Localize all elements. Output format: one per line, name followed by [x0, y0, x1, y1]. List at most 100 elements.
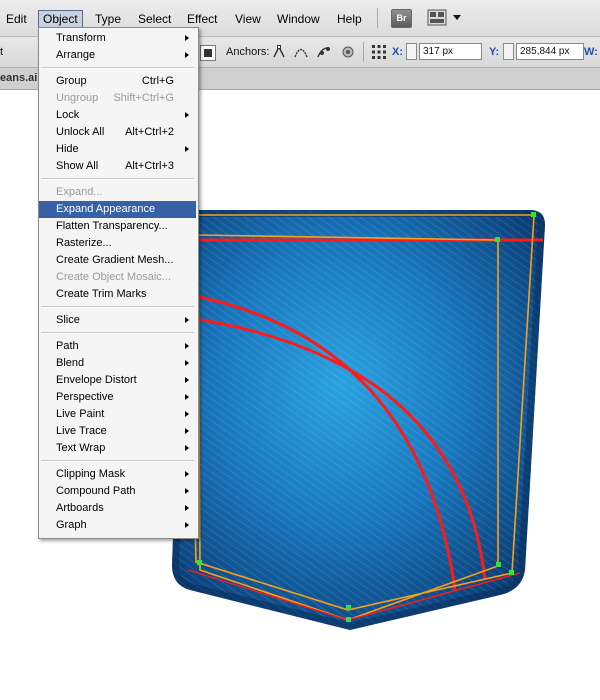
menu-item-label: Unlock All	[56, 126, 105, 138]
menu-item-label: Text Wrap	[56, 442, 106, 454]
menu-item-clipping-mask[interactable]: Clipping Mask	[39, 466, 196, 483]
w-label: W:	[584, 46, 598, 58]
submenu-arrow-icon	[185, 35, 189, 41]
control-divider	[363, 42, 364, 62]
x-label: X:	[392, 46, 403, 58]
submenu-arrow-icon	[185, 522, 189, 528]
menu-item-label: Show All	[56, 160, 99, 172]
submenu-arrow-icon	[185, 377, 189, 383]
submenu-arrow-icon	[185, 411, 189, 417]
submenu-arrow-icon	[185, 343, 189, 349]
submenu-arrow-icon	[185, 505, 189, 511]
menu-item-shortcut: Alt+Ctrl+3	[125, 160, 174, 172]
menu-item-expand-appearance[interactable]: Expand Appearance	[39, 201, 196, 218]
menu-item-show-all[interactable]: Show All Alt+Ctrl+3	[39, 158, 196, 175]
menu-item-label: Path	[56, 340, 79, 352]
menu-item-create-gradient-mesh[interactable]: Create Gradient Mesh...	[39, 252, 196, 269]
x-stepper[interactable]	[406, 43, 417, 60]
menu-item-label: Artboards	[56, 502, 104, 514]
cut-path-icon[interactable]	[340, 44, 356, 60]
menu-item-shortcut: Shift+Ctrl+G	[113, 92, 174, 104]
menu-item-label: Create Object Mosaic...	[56, 271, 171, 283]
bridge-button[interactable]: Br	[391, 9, 412, 28]
menu-window[interactable]: Window	[273, 11, 324, 27]
submenu-arrow-icon	[185, 360, 189, 366]
menu-item-create-object-mosaic: Create Object Mosaic...	[39, 269, 196, 286]
submenu-arrow-icon	[185, 317, 189, 323]
menu-item-text-wrap[interactable]: Text Wrap	[39, 440, 196, 457]
menu-item-graph[interactable]: Graph	[39, 517, 196, 534]
menubar-divider	[377, 8, 378, 28]
menu-item-label: Create Trim Marks	[56, 288, 147, 300]
stroke-swatch-icon[interactable]	[200, 45, 216, 61]
menu-item-label: Ungroup	[56, 92, 99, 104]
reference-point-icon[interactable]	[371, 44, 387, 60]
menu-item-label: Live Trace	[56, 425, 107, 437]
menu-separator	[41, 178, 194, 180]
menu-select[interactable]: Select	[134, 11, 175, 27]
menu-item-blend[interactable]: Blend	[39, 355, 196, 372]
menu-item-label: Hide	[56, 143, 79, 155]
y-stepper[interactable]	[503, 43, 514, 60]
anchors-label: Anchors:	[226, 46, 270, 58]
menu-item-live-paint[interactable]: Live Paint	[39, 406, 196, 423]
menu-item-perspective[interactable]: Perspective	[39, 389, 196, 406]
convert-anchor-corner-icon[interactable]	[271, 44, 287, 60]
menu-item-envelope-distort[interactable]: Envelope Distort	[39, 372, 196, 389]
menu-item-label: Rasterize...	[56, 237, 112, 249]
menu-item-expand: Expand...	[39, 184, 196, 201]
submenu-arrow-icon	[185, 488, 189, 494]
menu-item-label: Clipping Mask	[56, 468, 126, 480]
menu-item-hide[interactable]: Hide	[39, 141, 196, 158]
menu-item-label: Lock	[56, 109, 80, 121]
menu-item-arrange[interactable]: Arrange	[39, 47, 196, 64]
menu-object[interactable]: Object	[38, 10, 83, 28]
menu-edit[interactable]: Edit	[2, 11, 31, 27]
menu-separator	[41, 67, 194, 69]
menu-item-slice[interactable]: Slice	[39, 312, 196, 329]
menu-item-label: Create Gradient Mesh...	[56, 254, 174, 266]
menu-item-group[interactable]: Group Ctrl+G	[39, 73, 196, 90]
submenu-arrow-icon	[185, 445, 189, 451]
menu-type[interactable]: Type	[91, 11, 125, 27]
menu-item-unlock-all[interactable]: Unlock All Alt+Ctrl+2	[39, 124, 196, 141]
control-fragment-label: t	[0, 46, 4, 58]
menu-item-transform[interactable]: Transform	[39, 30, 196, 47]
object-menu-dropdown: Transform Arrange Group Ctrl+G Ungroup Shift+…	[38, 27, 199, 539]
remove-anchor-icon[interactable]	[316, 44, 332, 60]
submenu-arrow-icon	[185, 112, 189, 118]
document-tab[interactable]: eans.ai	[0, 72, 37, 84]
menu-effect[interactable]: Effect	[183, 11, 221, 27]
menu-item-label: Blend	[56, 357, 85, 369]
menu-item-label: Envelope Distort	[56, 374, 137, 386]
menu-item-lock[interactable]: Lock	[39, 107, 196, 124]
submenu-arrow-icon	[185, 52, 189, 58]
menu-item-label: Expand...	[56, 186, 103, 198]
menu-item-label: Arrange	[56, 49, 96, 61]
submenu-arrow-icon	[185, 146, 189, 152]
menu-item-live-trace[interactable]: Live Trace	[39, 423, 196, 440]
menu-item-artboards[interactable]: Artboards	[39, 500, 196, 517]
menu-item-create-trim-marks[interactable]: Create Trim Marks	[39, 286, 196, 303]
menu-item-shortcut: Alt+Ctrl+2	[125, 126, 174, 138]
y-label: Y:	[489, 46, 500, 58]
menu-item-label: Graph	[56, 519, 87, 531]
menu-item-label: Flatten Transparency...	[56, 220, 168, 232]
menu-help[interactable]: Help	[333, 11, 366, 27]
workspace-switcher-icon[interactable]	[427, 9, 467, 27]
menu-item-path[interactable]: Path	[39, 338, 196, 355]
menu-item-shortcut: Ctrl+G	[141, 75, 174, 87]
menu-item-ungroup: Ungroup Shift+Ctrl+G	[39, 90, 196, 107]
menu-item-label: Live Paint	[56, 408, 105, 420]
submenu-arrow-icon	[185, 471, 189, 477]
menu-view[interactable]: View	[231, 11, 265, 27]
menu-item-label: Compound Path	[56, 485, 136, 497]
submenu-arrow-icon	[185, 394, 189, 400]
y-coordinate-input[interactable]: 285,844 px	[516, 43, 584, 60]
menu-item-rasterize[interactable]: Rasterize...	[39, 235, 196, 252]
submenu-arrow-icon	[185, 428, 189, 434]
x-coordinate-input[interactable]: 317 px	[419, 43, 482, 60]
convert-anchor-smooth-icon[interactable]	[293, 44, 309, 60]
menu-item-compound-path[interactable]: Compound Path	[39, 483, 196, 500]
menu-item-flatten-transparency[interactable]: Flatten Transparency...	[39, 218, 196, 235]
